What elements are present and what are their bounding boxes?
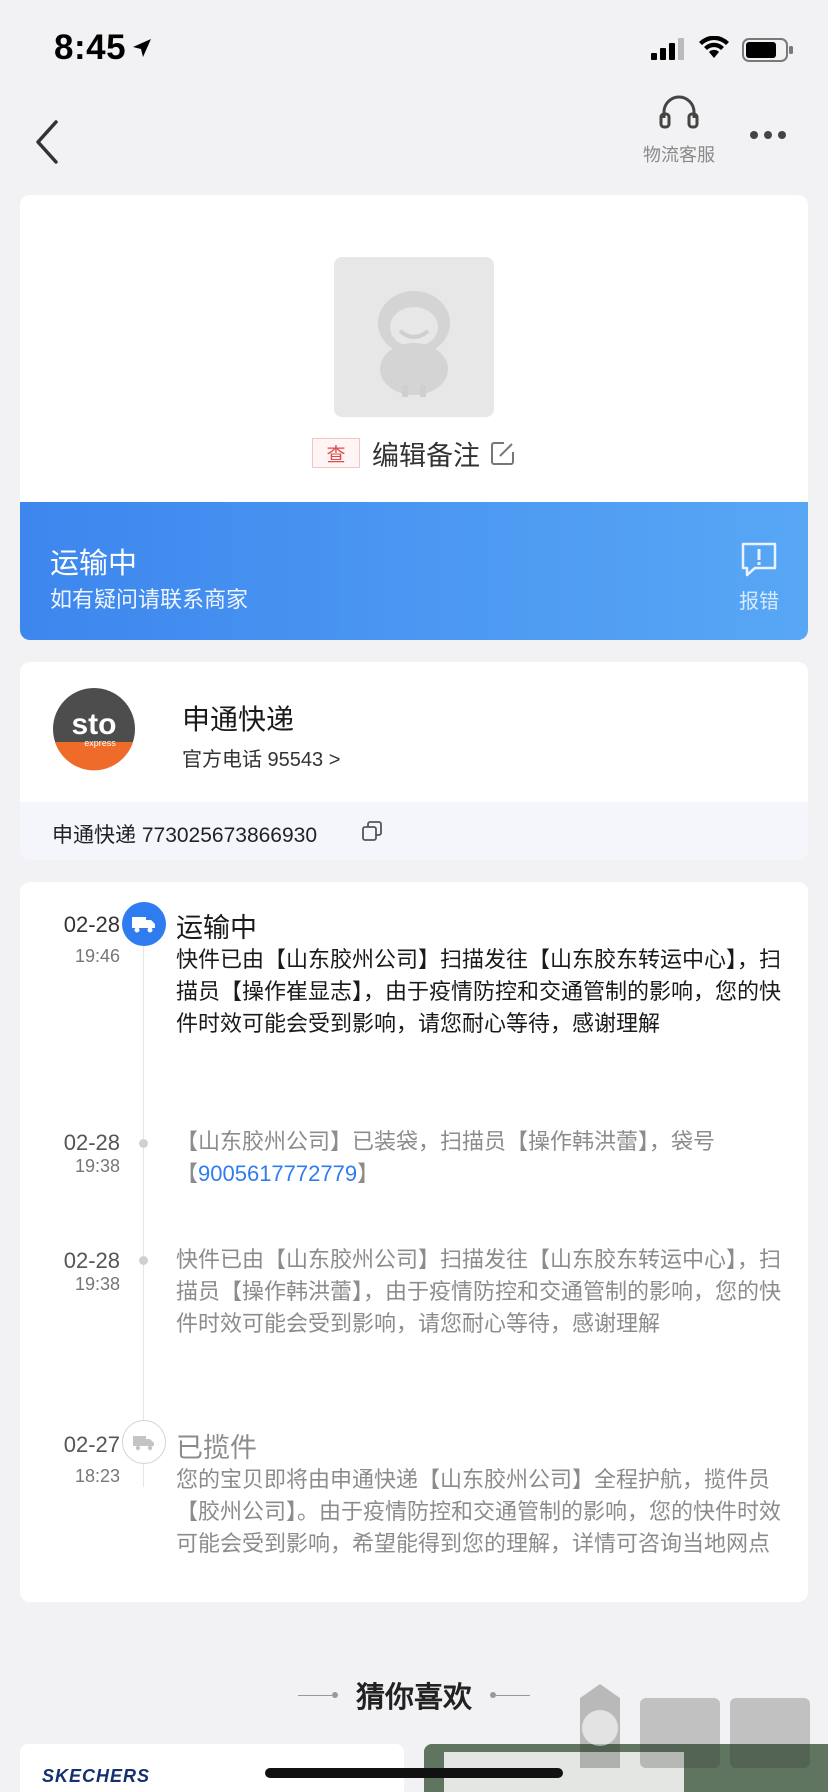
tracking-number-row: 申通快递 773025673866930 xyxy=(20,802,808,860)
courier-name: 申通快递 xyxy=(182,704,295,735)
tracking-number: 申通快递 773025673866930 xyxy=(52,824,318,847)
event-title: 运输中 xyxy=(176,913,257,943)
bag-number-link[interactable]: 9005617772779 xyxy=(198,1161,357,1186)
picked-up-icon xyxy=(122,1420,166,1464)
more-options-icon[interactable] xyxy=(748,120,788,150)
timeline-dot xyxy=(139,1256,148,1265)
edit-remark-label[interactable]: 编辑备注 xyxy=(372,434,480,473)
event-time: 19:46 xyxy=(74,946,120,966)
event-description: 快件已由【山东胶州公司】扫描发往【山东胶东转运中心】，扫描员【操作崔显志】，由于… xyxy=(176,947,782,1036)
cat-watermark-logo xyxy=(580,1684,810,1768)
timeline-line xyxy=(143,942,144,1487)
timeline-dot xyxy=(139,1139,148,1148)
courier-phone-link[interactable]: 官方电话 95543 > xyxy=(182,743,340,772)
svg-text:express: express xyxy=(84,738,116,748)
headset-icon xyxy=(659,95,699,129)
shipping-status-subtitle: 如有疑问请联系商家 xyxy=(50,587,249,612)
sto-express-logo: sto express xyxy=(53,688,135,771)
tracking-timeline-card: 02-28 19:46 运输中 快件已由【山东胶州公司】扫描发往【山东胶东转运中… xyxy=(20,882,808,1602)
product-thumbnail[interactable] xyxy=(334,257,494,417)
event-description: 【山东胶州公司】已装袋，扫描员【操作韩洪蕾】，袋号【9005617772779】 xyxy=(176,1126,786,1190)
event-description: 您的宝贝即将由申通快递【山东胶州公司】全程护航，揽件员【胶州公司】。由于疫情防控… xyxy=(176,1467,782,1556)
event-time: 19:38 xyxy=(74,1156,120,1176)
event-description: 快件已由【山东胶州公司】扫描发往【山东胶东转运中心】，扫描员【操作韩洪蕾】，由于… xyxy=(176,1247,782,1336)
event-time: 19:38 xyxy=(74,1274,120,1294)
shipping-status-title: 运输中 xyxy=(50,548,138,580)
placeholder-image-icon xyxy=(378,291,450,397)
product-brand-logo: SKECHERS xyxy=(42,1766,151,1786)
query-badge[interactable]: 查 xyxy=(312,438,360,468)
status-bar: 8:45 xyxy=(0,0,828,90)
report-icon xyxy=(741,542,777,577)
courier-card: sto express 申通快递 官方电话 95543 > 申通快递 77302… xyxy=(20,662,808,860)
event-description-end: 】 xyxy=(357,1161,380,1186)
shipping-status-banner: 运输中 如有疑问请联系商家 报错 xyxy=(20,502,808,640)
battery-icon xyxy=(742,38,793,62)
location-arrow-icon xyxy=(133,39,151,57)
home-indicator[interactable] xyxy=(265,1768,563,1778)
back-arrow-icon[interactable] xyxy=(30,112,70,172)
report-error-label: 报错 xyxy=(739,591,779,613)
event-date: 02-27 xyxy=(63,1432,120,1457)
event-title: 已揽件 xyxy=(176,1433,257,1463)
event-date: 02-28 xyxy=(63,1130,120,1155)
in-transit-icon xyxy=(122,902,166,946)
svg-text:sto: sto xyxy=(72,708,117,741)
wifi-icon xyxy=(699,36,729,58)
event-date: 02-28 xyxy=(63,912,120,937)
event-time: 18:23 xyxy=(74,1466,120,1486)
divider xyxy=(496,1694,530,1696)
nav-bar: 物流客服 xyxy=(0,90,828,195)
edit-remark-row: 查 编辑备注 xyxy=(20,433,808,473)
customer-service-label: 物流客服 xyxy=(643,145,715,165)
clock-time: 8:45 xyxy=(54,28,127,67)
report-error-button[interactable]: 报错 xyxy=(734,540,784,614)
cellular-signal-icon xyxy=(651,38,684,60)
event-date: 02-28 xyxy=(63,1248,120,1273)
copy-icon[interactable] xyxy=(361,820,383,842)
logistics-customer-service-button[interactable]: 物流客服 xyxy=(636,94,722,167)
divider xyxy=(297,1694,332,1696)
edit-icon[interactable] xyxy=(490,440,516,466)
recommendations-title: 猜你喜欢 xyxy=(355,1682,472,1714)
order-card: 查 编辑备注 运输中 如有疑问请联系商家 报错 xyxy=(20,195,808,640)
divider-dot xyxy=(331,1692,338,1698)
